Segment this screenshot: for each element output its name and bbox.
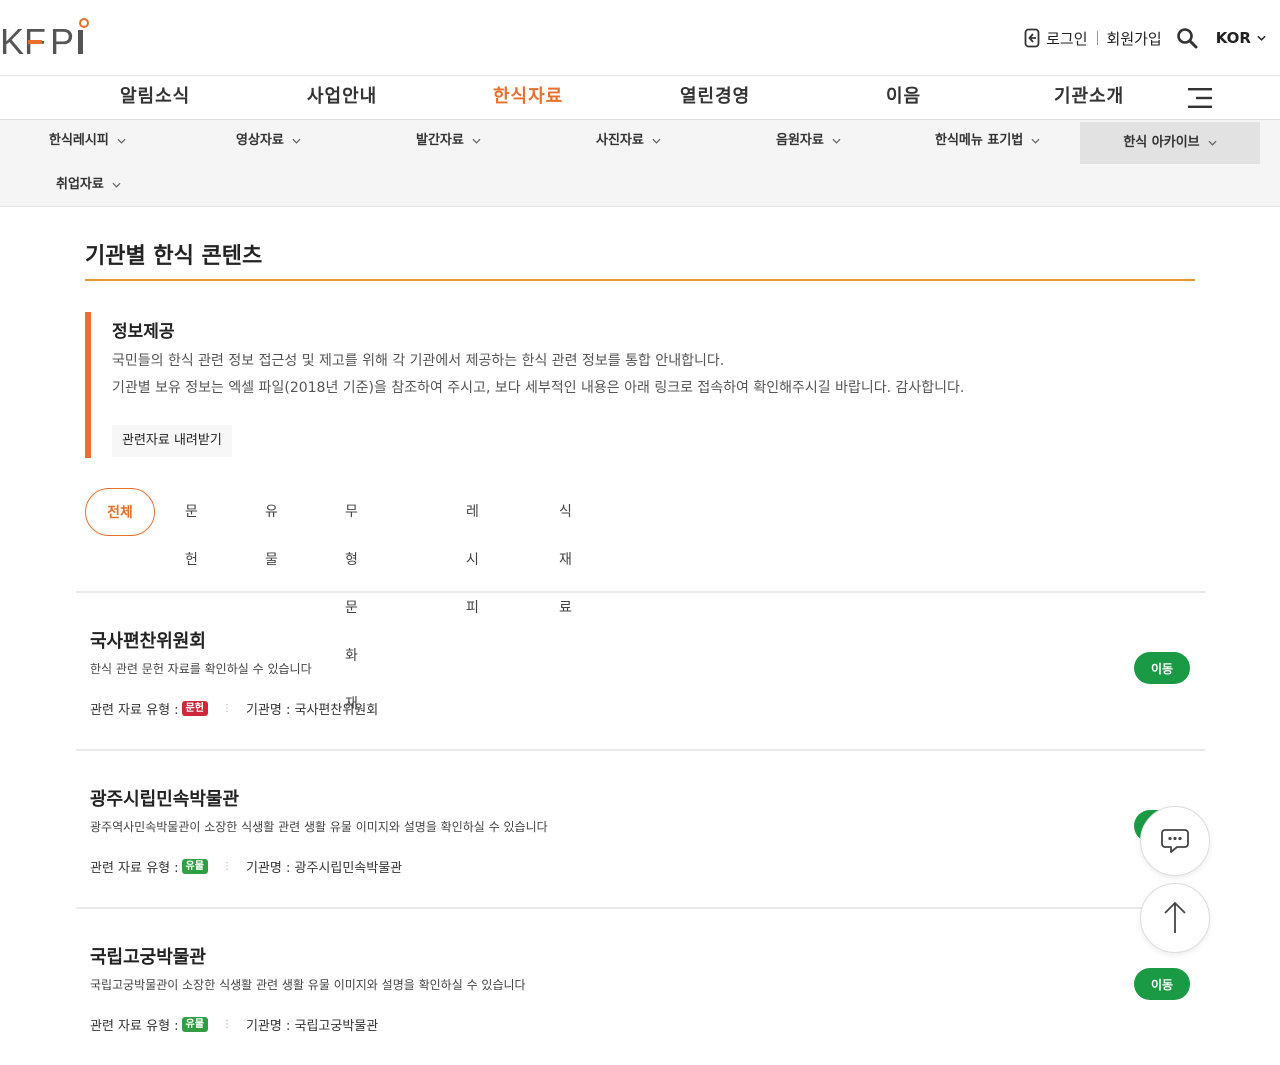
sub-nav-item-archive[interactable]: 한식 아카이브 [1080, 122, 1260, 164]
main-nav-item-korean-food-data[interactable]: 한식자료 [493, 77, 563, 120]
signup-link[interactable]: 회원가입 [1107, 28, 1162, 49]
info-text-line-2: 기관별 보유 정보는 엑셀 파일(2018년 기준)을 참조하여 주시고, 보다… [112, 380, 965, 396]
org-name: 국사편찬위원회 [90, 631, 206, 652]
chevron-down-icon [472, 138, 481, 144]
chevron-down-icon [652, 138, 661, 144]
sub-nav-label: 음원자료 [776, 133, 824, 148]
info-box: 정보제공 국민들의 한식 관련 정보 접근성 및 제고를 위해 각 기관에서 제… [85, 312, 1195, 458]
info-text-line-1: 국민들의 한식 관련 정보 접근성 및 제고를 위해 각 기관에서 제공하는 한… [112, 353, 725, 369]
download-button[interactable]: 관련자료 내려받기 [112, 425, 232, 457]
sub-nav-label: 한식메뉴 표기법 [935, 133, 1024, 148]
sub-nav: 한식레시피 영상자료 발간자료 사진자료 음원자료 한식메뉴 표기법 한식 아카… [0, 120, 1280, 207]
info-title: 정보제공 [112, 322, 175, 342]
meta-separator: ⋮ [221, 861, 232, 872]
sub-nav-label: 한식 아카이브 [1123, 135, 1200, 150]
org-label: 기관명 : 국사편찬위원회 [245, 703, 379, 718]
language-label: KOR [1215, 29, 1251, 47]
org-description: 한식 관련 문헌 자료를 확인하실 수 있습니다 [90, 662, 312, 676]
sub-nav-label: 한식레시피 [49, 133, 109, 148]
type-badge: 문헌 [181, 701, 208, 716]
sub-nav-item-audio[interactable]: 음원자료 [776, 120, 841, 162]
org-label: 기관명 : 국립고궁박물관 [245, 1019, 379, 1034]
org-meta: 관련 자료 유형 : 유물 ⋮ 기관명 : 국립고궁박물관 [90, 1015, 378, 1034]
main-nav-item-ieum[interactable]: 이음 [886, 77, 921, 120]
kfpi-logo-icon: K F P [0, 18, 89, 62]
chevron-down-icon [832, 138, 841, 144]
go-button[interactable]: 이동 [1134, 968, 1190, 1000]
chat-icon [1161, 829, 1189, 853]
list-item: 국사편찬위원회 한식 관련 문헌 자료를 확인하실 수 있습니다 관련 자료 유… [76, 591, 1205, 749]
type-label: 관련 자료 유형 : [90, 1019, 179, 1034]
org-label: 기관명 : 광주시립민속박물관 [245, 861, 403, 876]
sub-nav-label: 취업자료 [56, 177, 104, 192]
type-label: 관련 자료 유형 : [90, 861, 179, 876]
util-separator [1096, 31, 1098, 45]
scroll-top-button[interactable] [1140, 883, 1210, 953]
svg-text:K: K [0, 21, 24, 60]
tab-intangible-heritage[interactable]: 무형문화재 [345, 488, 358, 712]
tab-artifact[interactable]: 유물 [265, 488, 278, 568]
list-item: 국립고궁박물관 국립고궁박물관이 소장한 식생활 관련 생활 유물 이미지와 설… [76, 907, 1205, 1065]
utility-menu: 로그인 회원가입 KOR [1024, 24, 1266, 52]
logo[interactable]: K F P [0, 16, 92, 62]
tab-ingredients[interactable]: 식재료 [559, 488, 572, 616]
arrow-up-icon [1164, 901, 1186, 933]
title-divider [85, 279, 1195, 281]
org-name: 광주시립민속박물관 [90, 789, 240, 810]
language-selector[interactable]: KOR [1216, 29, 1266, 47]
chevron-down-icon [292, 138, 301, 144]
meta-separator: ⋮ [221, 703, 232, 714]
sub-nav-label: 발간자료 [416, 133, 464, 148]
org-meta: 관련 자료 유형 : 문헌 ⋮ 기관명 : 국사편찬위원회 [90, 699, 378, 718]
tab-all[interactable]: 전체 [85, 488, 155, 536]
chevron-down-icon [1031, 138, 1040, 144]
tab-literature[interactable]: 문헌 [185, 488, 198, 568]
org-description: 광주역사민속박물관이 소장한 식생활 관련 생활 유물 이미지와 설명을 확인하… [90, 820, 548, 834]
search-icon[interactable] [1176, 27, 1198, 49]
site-header: K F P 로그인 회원가입 KOR [0, 0, 1280, 76]
main-nav-item-business[interactable]: 사업안내 [307, 77, 377, 120]
sub-nav-label: 사진자료 [596, 133, 644, 148]
chevron-down-icon [1208, 140, 1217, 146]
chevron-down-icon [117, 138, 126, 144]
type-badge: 유물 [181, 1017, 208, 1032]
login-icon [1024, 28, 1040, 48]
login-link[interactable]: 로그인 [1046, 28, 1087, 49]
sub-nav-item-jobs[interactable]: 취업자료 [56, 164, 121, 206]
menu-icon[interactable] [1188, 87, 1212, 109]
tab-recipe[interactable]: 레시피 [466, 488, 479, 616]
org-description: 국립고궁박물관이 소장한 식생활 관련 생활 유물 이미지와 설명을 확인하실 … [90, 978, 526, 992]
sub-nav-item-photo[interactable]: 사진자료 [596, 120, 661, 162]
type-label: 관련 자료 유형 : [90, 703, 179, 718]
org-meta: 관련 자료 유형 : 유물 ⋮ 기관명 : 광주시립민속박물관 [90, 857, 402, 876]
svg-text:P: P [50, 21, 74, 60]
main-nav-item-about[interactable]: 기관소개 [1054, 77, 1124, 120]
page-title: 기관별 한식 콘텐츠 [85, 244, 263, 269]
sub-nav-item-publications[interactable]: 발간자료 [416, 120, 481, 162]
type-badge: 유물 [181, 859, 208, 874]
meta-separator: ⋮ [221, 1019, 232, 1030]
chevron-down-icon [1257, 35, 1266, 41]
org-name: 국립고궁박물관 [90, 947, 206, 968]
main-nav-item-news[interactable]: 알림소식 [120, 77, 190, 120]
main-nav-item-open-management[interactable]: 열린경영 [680, 77, 750, 120]
sub-nav-item-menu-notation[interactable]: 한식메뉴 표기법 [935, 120, 1040, 162]
go-button[interactable]: 이동 [1134, 652, 1190, 684]
sub-nav-label: 영상자료 [236, 133, 284, 148]
sub-nav-item-recipe[interactable]: 한식레시피 [49, 120, 126, 162]
sub-nav-item-video[interactable]: 영상자료 [236, 120, 301, 162]
list-item: 광주시립민속박물관 광주역사민속박물관이 소장한 식생활 관련 생활 유물 이미… [76, 749, 1205, 907]
chevron-down-icon [112, 182, 121, 188]
chat-button[interactable] [1140, 806, 1210, 876]
main-nav: 알림소식 사업안내 한식자료 열린경영 이음 기관소개 [0, 77, 1280, 120]
